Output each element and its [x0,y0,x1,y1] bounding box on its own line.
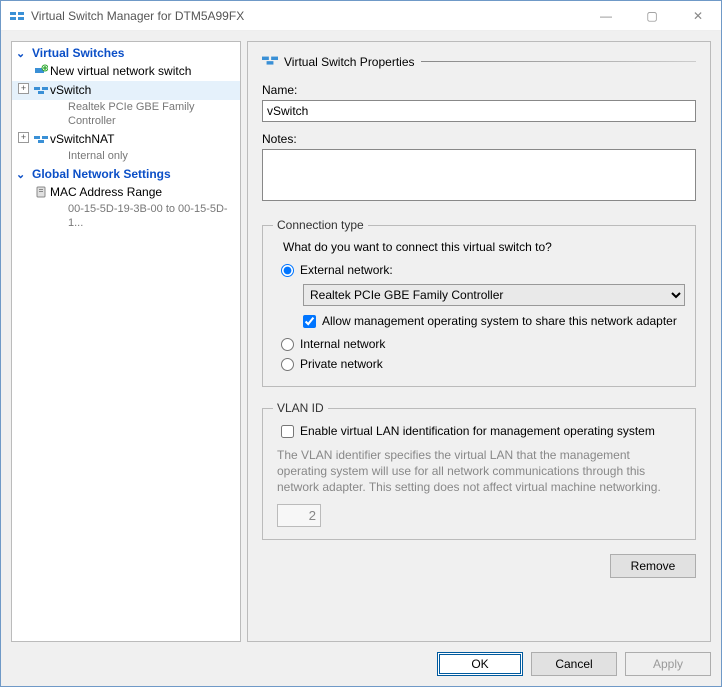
app-icon [9,8,25,24]
content-area: ⌄ Virtual Switches New virtual network s… [1,31,721,686]
connection-prompt: What do you want to connect this virtual… [273,238,685,260]
tree-section-global[interactable]: ⌄ Global Network Settings [12,165,240,183]
ok-button[interactable]: OK [437,652,523,676]
remove-button[interactable]: Remove [610,554,696,578]
close-button[interactable]: ✕ [675,1,721,30]
allow-mgmt-checkbox[interactable]: Allow management operating system to sha… [303,312,685,334]
divider [421,61,697,62]
radio-internal-label: Internal network [300,337,385,351]
maximize-button[interactable]: ▢ [629,1,675,30]
notes-label: Notes: [262,132,696,146]
left-tree[interactable]: ⌄ Virtual Switches New virtual network s… [11,41,241,642]
name-label: Name: [262,83,696,97]
cancel-button[interactable]: Cancel [531,652,617,676]
switch-icon [34,132,48,150]
new-switch-icon [34,64,48,82]
tree-item-mac-range[interactable]: MAC Address Range [12,183,240,202]
properties-pane: Virtual Switch Properties Name: Notes: C… [247,41,711,642]
tree-item-label: MAC Address Range [50,185,162,199]
radio-external[interactable]: External network: [273,260,685,280]
remove-row: Remove [262,554,696,578]
minimize-button[interactable]: — [583,1,629,30]
switch-icon [34,83,48,101]
vlan-enable-checkbox[interactable]: Enable virtual LAN identification for ma… [273,421,685,441]
adapter-select[interactable]: Realtek PCIe GBE Family Controller [303,284,685,306]
tree-item-new-switch[interactable]: New virtual network switch [12,62,240,81]
allow-mgmt-label: Allow management operating system to sha… [322,314,677,328]
radio-external-label: External network: [300,263,393,277]
window-buttons: — ▢ ✕ [583,1,721,30]
expand-icon[interactable]: + [18,132,29,143]
name-input[interactable] [262,100,696,122]
radio-internal[interactable]: Internal network [273,334,685,354]
properties-title: Virtual Switch Properties [284,55,415,69]
tree-item-label: New virtual network switch [50,64,191,78]
tree-item-vswitch[interactable]: + vSwitch [12,81,240,100]
switch-icon [262,52,278,71]
tree-item-label: vSwitch [50,83,91,97]
collapse-icon[interactable]: ⌄ [16,47,25,60]
properties-header: Virtual Switch Properties [262,52,696,71]
tree-item-vswitchnat-sub: Internal only [12,149,240,165]
titlebar: Virtual Switch Manager for DTM5A99FX — ▢… [1,1,721,31]
vlan-help-text: The VLAN identifier specifies the virtua… [273,441,685,504]
radio-private-label: Private network [300,357,383,371]
tree-item-vswitch-sub: Realtek PCIe GBE Family Controller [12,100,240,130]
tree-section-virtual-switches[interactable]: ⌄ Virtual Switches [12,44,240,62]
collapse-icon[interactable]: ⌄ [16,168,25,181]
vlan-legend: VLAN ID [273,401,328,415]
window-title: Virtual Switch Manager for DTM5A99FX [31,9,583,23]
connection-type-legend: Connection type [273,218,368,232]
apply-button[interactable]: Apply [625,652,711,676]
vlan-group: VLAN ID Enable virtual LAN identificatio… [262,401,696,540]
radio-private-input[interactable] [281,358,294,371]
tree-section-label: Global Network Settings [32,167,171,181]
window: Virtual Switch Manager for DTM5A99FX — ▢… [0,0,722,687]
vlan-enable-input[interactable] [281,425,294,438]
allow-mgmt-input[interactable] [303,315,316,328]
vlan-id-input [277,504,321,527]
mac-range-icon [34,185,48,203]
panes: ⌄ Virtual Switches New virtual network s… [11,41,711,642]
dialog-footer: OK Cancel Apply [11,642,711,676]
radio-internal-input[interactable] [281,338,294,351]
connection-type-group: Connection type What do you want to conn… [262,218,696,387]
tree-item-label: vSwitchNAT [50,132,114,146]
vlan-enable-label: Enable virtual LAN identification for ma… [300,424,655,438]
expand-icon[interactable]: + [18,83,29,94]
tree-item-mac-range-sub: 00-15-5D-19-3B-00 to 00-15-5D-1... [12,202,240,232]
radio-external-input[interactable] [281,264,294,277]
notes-input[interactable] [262,149,696,201]
radio-private[interactable]: Private network [273,354,685,374]
tree-item-vswitchnat[interactable]: + vSwitchNAT [12,130,240,149]
tree-section-label: Virtual Switches [32,46,124,60]
